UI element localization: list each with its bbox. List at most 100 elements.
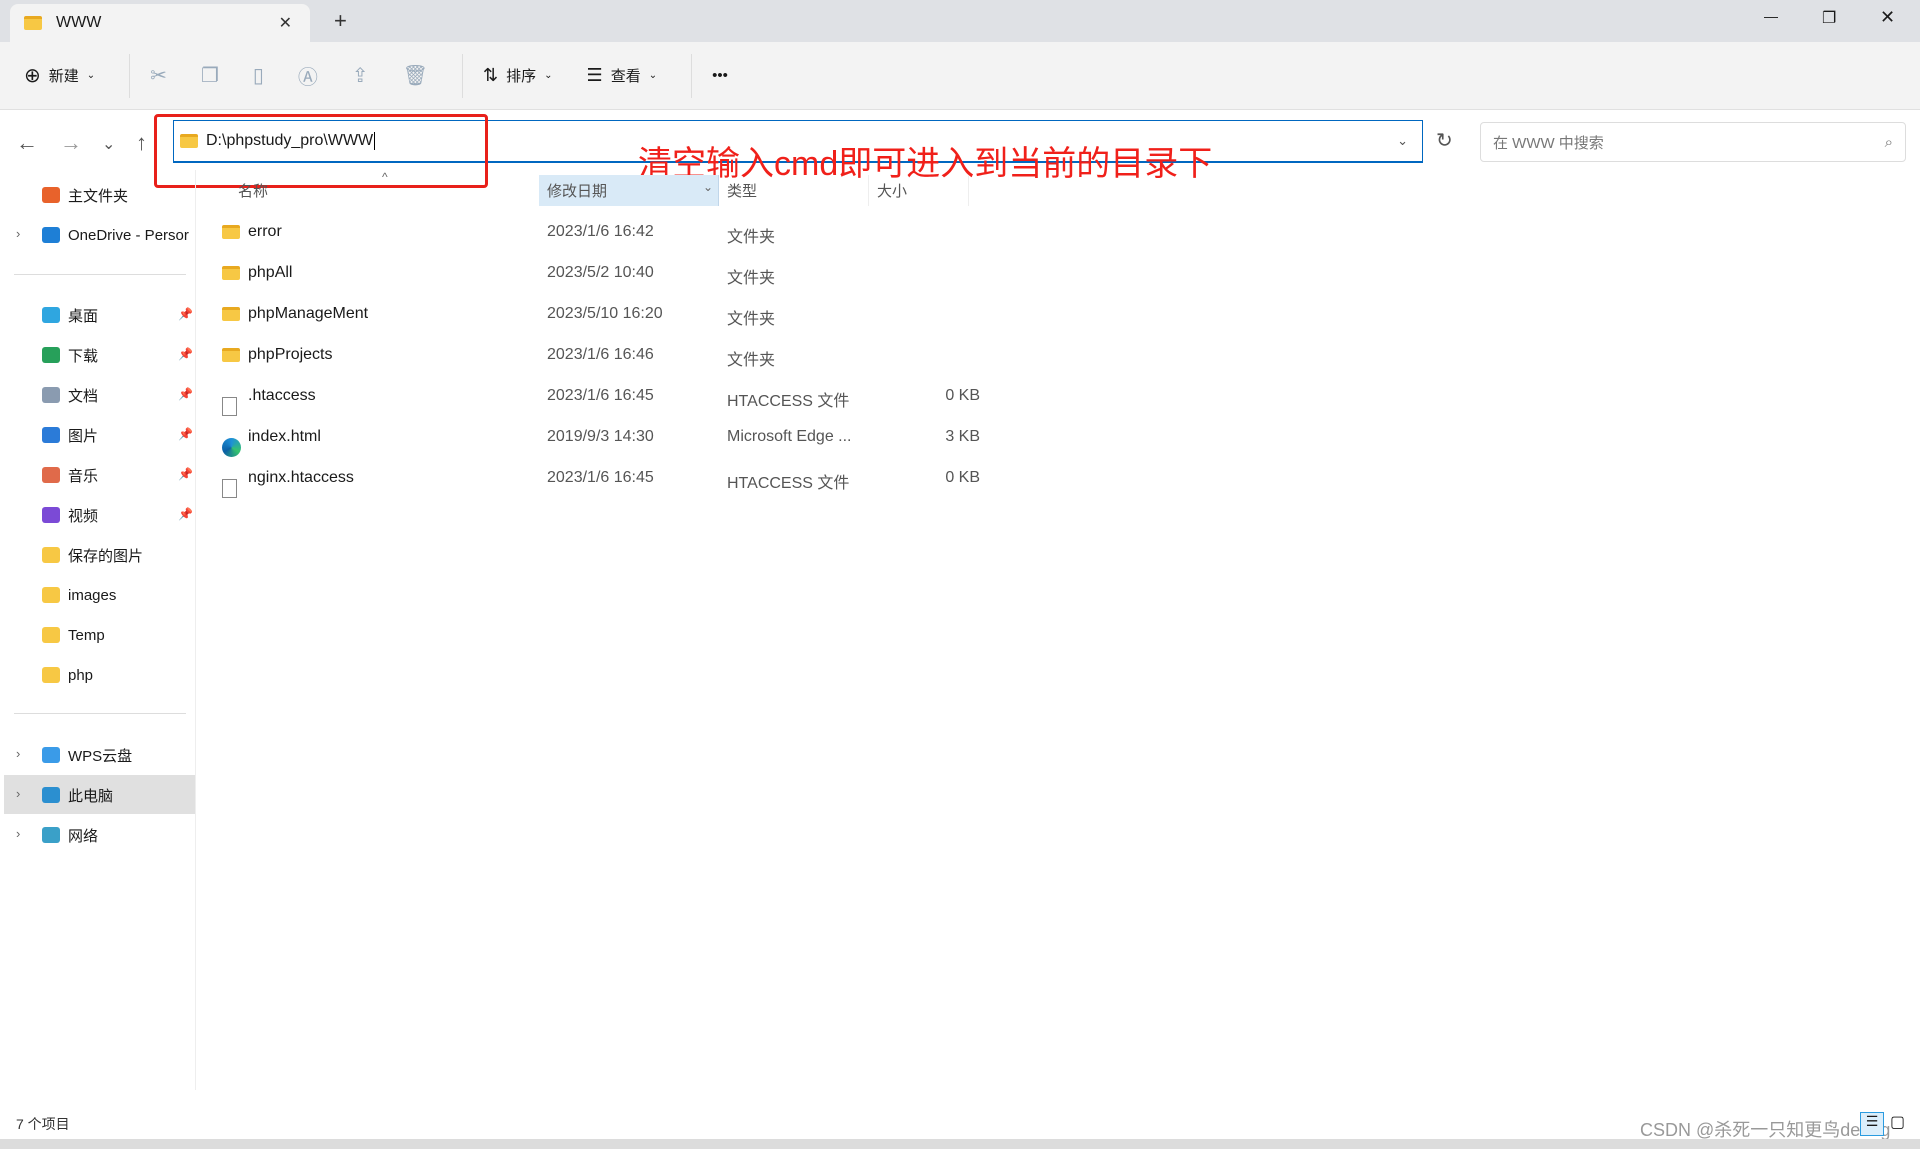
new-label: 新建 — [49, 65, 79, 86]
refresh-icon[interactable]: ↻ — [1436, 128, 1453, 153]
sidebar-item-icon — [42, 347, 60, 363]
new-button[interactable]: ⊕新建⌄ — [24, 63, 95, 88]
sidebar-item[interactable]: 音乐 — [42, 456, 192, 494]
expand-chevron-icon[interactable]: › — [16, 226, 20, 241]
close-window-button[interactable]: ✕ — [1880, 7, 1895, 28]
sidebar-item[interactable]: 视频 — [42, 496, 192, 534]
sidebar-item[interactable]: 网络 — [42, 816, 192, 854]
sidebar-item[interactable]: php — [42, 656, 192, 694]
file-row[interactable]: phpProjects2023/1/6 16:46文件夹 — [220, 336, 980, 376]
file-date: 2023/1/6 16:45 — [547, 469, 654, 487]
rename-button[interactable]: Ⓐ — [298, 61, 318, 90]
up-arrow-icon[interactable]: ↑ — [136, 130, 147, 156]
sidebar-item-icon — [42, 227, 60, 243]
forward-arrow-icon[interactable]: → — [60, 130, 82, 156]
sidebar-item[interactable]: 下载 — [42, 336, 192, 374]
column-header-date[interactable]: 修改日期 — [539, 175, 719, 206]
sidebar-item-label: images — [68, 587, 116, 604]
sidebar-item[interactable]: 图片 — [42, 416, 192, 454]
sidebar-item[interactable]: images — [42, 576, 192, 614]
file-row[interactable]: phpManageMent2023/5/10 16:20文件夹 — [220, 295, 980, 335]
cut-button[interactable]: ✂ — [150, 63, 167, 88]
sidebar-item-label: 下载 — [68, 345, 98, 366]
file-type: 文件夹 — [727, 264, 775, 288]
sidebar-item[interactable]: Temp — [42, 616, 192, 654]
recent-chevron-icon[interactable]: ⌄ — [102, 134, 115, 154]
command-bar: ⊕新建⌄ ✂ ❐ ▯ Ⓐ ⇪ 🗑 ⇅排序⌄ ☰查看⌄ ••• — [0, 42, 1920, 110]
copy-button[interactable]: ❐ — [201, 63, 219, 88]
sidebar-item[interactable]: 主文件夹 — [42, 176, 192, 214]
file-row[interactable]: index.html 2019/9/3 14:30 Microsoft Edge .… — [220, 418, 980, 458]
file-row[interactable]: phpAll2023/5/2 10:40文件夹 — [220, 254, 980, 294]
sidebar-item[interactable]: OneDrive - Persor — [42, 216, 192, 254]
file-name: error — [248, 223, 282, 241]
pin-icon[interactable]: 📌 — [178, 507, 193, 521]
tab-www[interactable]: WWW ✕ — [10, 4, 310, 42]
file-date: 2023/1/6 16:45 — [547, 387, 654, 405]
pin-icon[interactable]: 📌 — [178, 467, 193, 481]
sidebar-item-label: 视频 — [68, 505, 98, 526]
sidebar-item-icon — [42, 467, 60, 483]
search-box[interactable]: 在 WWW 中搜索 ⌕ — [1480, 122, 1906, 162]
file-type: Microsoft Edge ... — [727, 428, 852, 446]
sidebar-item-icon — [42, 507, 60, 523]
minimize-button[interactable]: — — [1764, 8, 1778, 24]
thumbnail-view-icon[interactable]: ▢ — [1890, 1112, 1905, 1132]
maximize-button[interactable]: ❐ — [1822, 8, 1836, 28]
sidebar-item-label: OneDrive - Persor — [68, 227, 189, 244]
sidebar-item-label: Temp — [68, 627, 105, 644]
sort-button[interactable]: ⇅排序⌄ — [483, 65, 553, 86]
sidebar-item[interactable]: 桌面 — [42, 296, 192, 334]
file-row[interactable]: nginx.htaccess2023/1/6 16:45HTACCESS 文件0… — [220, 459, 980, 499]
delete-button[interactable]: 🗑 — [403, 63, 428, 88]
status-item-count: 7 个项目 — [16, 1114, 70, 1134]
file-type: 文件夹 — [727, 305, 775, 329]
file-type: HTACCESS 文件 — [727, 387, 849, 411]
column-header-size[interactable]: 大小 — [869, 175, 969, 206]
paste-button[interactable]: ▯ — [253, 63, 264, 88]
new-tab-button[interactable]: + — [334, 8, 347, 34]
sidebar-item-label: 桌面 — [68, 305, 98, 326]
address-dropdown-icon[interactable]: ⌄ — [1397, 133, 1408, 149]
sidebar-item[interactable]: 保存的图片 — [42, 536, 192, 574]
rename-icon: Ⓐ — [298, 61, 318, 90]
sidebar-item[interactable]: WPS云盘 — [42, 736, 192, 774]
file-name: index.html — [248, 428, 321, 446]
share-button[interactable]: ⇪ — [352, 63, 369, 88]
sort-label: 排序 — [506, 65, 536, 86]
view-button[interactable]: ☰查看⌄ — [587, 65, 658, 86]
chevron-down-icon[interactable]: ⌄ — [703, 180, 713, 194]
view-label: 查看 — [611, 65, 641, 86]
file-row[interactable]: error2023/1/6 16:42文件夹 — [220, 213, 980, 253]
expand-chevron-icon[interactable]: › — [16, 826, 20, 841]
copy-icon: ❐ — [201, 63, 219, 88]
file-row[interactable]: .htaccess2023/1/6 16:45HTACCESS 文件0 KB — [220, 377, 980, 417]
pin-icon[interactable]: 📌 — [178, 387, 193, 401]
details-view-icon[interactable]: ☰ — [1860, 1112, 1884, 1136]
column-header-type[interactable]: 类型 — [719, 175, 869, 206]
search-input[interactable]: 在 WWW 中搜索 — [1493, 132, 1604, 153]
scrollbar-track[interactable] — [0, 1139, 1920, 1149]
sort-icon: ⇅ — [483, 65, 498, 86]
close-tab-button[interactable]: ✕ — [279, 13, 292, 33]
back-arrow-icon[interactable]: ← — [16, 130, 38, 156]
pin-icon[interactable]: 📌 — [178, 347, 193, 361]
sidebar-item-label: 图片 — [68, 425, 98, 446]
sidebar-item-icon — [42, 547, 60, 563]
plus-circle-icon: ⊕ — [24, 63, 41, 88]
pin-icon[interactable]: 📌 — [178, 307, 193, 321]
expand-chevron-icon[interactable]: › — [16, 786, 20, 801]
file-name: phpAll — [248, 264, 292, 282]
file-date: 2019/9/3 14:30 — [547, 428, 654, 446]
more-button[interactable]: ••• — [712, 67, 728, 84]
pin-icon[interactable]: 📌 — [178, 427, 193, 441]
sidebar-item-icon — [42, 627, 60, 643]
sidebar-item[interactable]: 此电脑 — [42, 776, 192, 814]
expand-chevron-icon[interactable]: › — [16, 746, 20, 761]
file-name: .htaccess — [248, 387, 316, 405]
sidebar-item-icon — [42, 307, 60, 323]
sidebar-item-label: 此电脑 — [68, 785, 113, 806]
column-header-name[interactable]: 名称 — [230, 175, 530, 206]
sidebar-item-label: 文档 — [68, 385, 98, 406]
sidebar-item[interactable]: 文档 — [42, 376, 192, 414]
